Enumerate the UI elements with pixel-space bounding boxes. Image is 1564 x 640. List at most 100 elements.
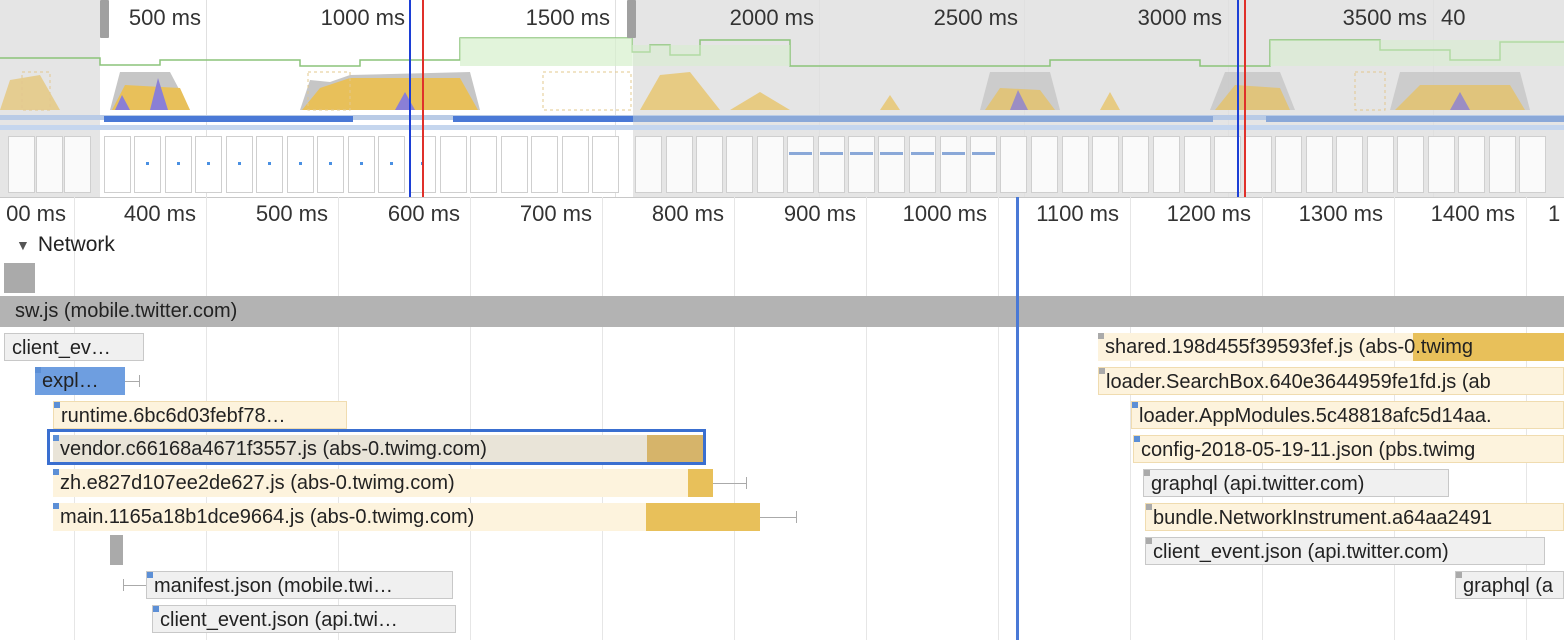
triangle-down-icon: ▼ — [16, 237, 30, 253]
request-bar-appmodules[interactable]: loader.AppModules.5c48818afc5d14aa. — [1131, 401, 1564, 429]
request-download-fill — [646, 503, 760, 531]
overview-window-left-handle[interactable] — [100, 0, 109, 38]
filmstrip-frame[interactable] — [818, 136, 845, 193]
overview-window-right-handle[interactable] — [627, 0, 636, 38]
network-section-header[interactable]: ▼ Network — [16, 233, 115, 257]
request-bar-searchbox[interactable]: loader.SearchBox.640e3644959fe1fd.js (ab — [1098, 367, 1564, 395]
request-label: bundle.NetworkInstrument.a64aa2491 — [1153, 507, 1493, 529]
filmstrip-frame[interactable] — [1367, 136, 1394, 193]
filmstrip-frame[interactable] — [1031, 136, 1058, 193]
selected-request-outline — [47, 429, 706, 465]
filmstrip-frame[interactable] — [1336, 136, 1363, 193]
request-bar-shared[interactable]: shared.198d455f39593fef.js (abs-0.twimg — [1098, 333, 1564, 361]
request-bar-graphql-1[interactable]: graphql (api.twitter.com) — [1143, 469, 1449, 497]
timeline-overview[interactable]: 500 ms 1000 ms 1500 ms 2000 ms 2500 ms 3… — [0, 0, 1564, 198]
request-label: config-2018-05-19-11.json (pbs.twimg — [1141, 439, 1476, 461]
flame-gridline — [998, 197, 999, 640]
request-start-marker — [147, 572, 153, 578]
request-label: shared.198d455f39593fef.js (abs-0.twimg — [1105, 336, 1474, 358]
filmstrip-frame[interactable] — [1397, 136, 1424, 193]
filmstrip-thumb-dot — [238, 162, 241, 165]
filmstrip-frame[interactable] — [787, 136, 814, 193]
filmstrip-frame[interactable] — [1306, 136, 1333, 193]
request-bar-expl[interactable]: expl… — [35, 367, 125, 395]
filmstrip-frame[interactable] — [848, 136, 875, 193]
filmstrip-thumb-dot — [177, 162, 180, 165]
filmstrip-thumb-dot — [207, 162, 210, 165]
filmstrip-frame[interactable] — [1184, 136, 1211, 193]
filmstrip-frame[interactable] — [1458, 136, 1485, 193]
filmstrip-frame[interactable] — [878, 136, 905, 193]
network-request-block[interactable] — [4, 263, 35, 293]
filmstrip-frame[interactable] — [470, 136, 497, 193]
request-bar-client-event-left[interactable]: client_event.json (api.twi… — [152, 605, 456, 633]
request-label: runtime.6bc6d03febf78… — [61, 405, 286, 427]
filmstrip-frame[interactable] — [64, 136, 91, 193]
request-bar-manifest[interactable]: manifest.json (mobile.twi… — [146, 571, 453, 599]
request-label: client_ev… — [12, 337, 111, 359]
filmstrip-frame[interactable] — [1092, 136, 1119, 193]
filmstrip-frame[interactable] — [592, 136, 619, 193]
flame-tick-label: 400 ms — [123, 201, 196, 226]
filmstrip-thumb-bar — [972, 152, 995, 155]
filmstrip-thumb-bar — [880, 152, 903, 155]
filmstrip-frame[interactable] — [970, 136, 997, 193]
request-start-marker — [54, 402, 60, 408]
request-bar-client-event-right[interactable]: client_event.json (api.twitter.com) — [1145, 537, 1545, 565]
filmstrip-frame[interactable] — [1489, 136, 1516, 193]
request-label: manifest.json (mobile.twi… — [154, 575, 393, 597]
request-bar-graphql-2[interactable]: graphql (a — [1455, 571, 1564, 599]
filmstrip-frame[interactable] — [1245, 136, 1272, 193]
filmstrip-thumb-dot — [146, 162, 149, 165]
filmstrip-frame[interactable] — [440, 136, 467, 193]
request-bar-main[interactable]: main.1165a18b1dce9664.js (abs-0.twimg.co… — [53, 503, 760, 531]
request-start-marker — [1456, 572, 1462, 578]
flame-tick-label: 1300 ms — [1298, 201, 1383, 226]
network-request-block[interactable] — [110, 535, 123, 565]
request-bar-config[interactable]: config-2018-05-19-11.json (pbs.twimg — [1133, 435, 1564, 463]
filmstrip-frame[interactable] — [1062, 136, 1089, 193]
filmstrip-thumb-bar — [942, 152, 965, 155]
request-whisker-end — [123, 579, 124, 591]
request-whisker — [124, 585, 146, 586]
filmstrip-frame[interactable] — [104, 136, 131, 193]
flame-tick-label: 1 — [1548, 201, 1561, 226]
filmstrip-frame[interactable] — [562, 136, 589, 193]
request-whisker — [713, 483, 747, 484]
service-worker-thread-bar[interactable]: sw.js (mobile.twitter.com) — [0, 296, 1564, 327]
request-whisker-end — [139, 375, 140, 387]
request-bar-client-ev[interactable]: client_ev… — [4, 333, 144, 361]
filmstrip-frame[interactable] — [501, 136, 528, 193]
request-bar-bundle[interactable]: bundle.NetworkInstrument.a64aa2491 — [1145, 503, 1564, 531]
request-bar-runtime[interactable]: runtime.6bc6d03febf78… — [53, 401, 347, 429]
request-label: loader.SearchBox.640e3644959fe1fd.js (ab — [1106, 371, 1491, 393]
overview-activity-chart — [0, 37, 1564, 130]
request-whisker-end — [746, 477, 747, 489]
flame-gridline — [602, 197, 603, 640]
filmstrip-frame[interactable] — [1122, 136, 1149, 193]
filmstrip-frame[interactable] — [531, 136, 558, 193]
filmstrip-frame[interactable] — [1000, 136, 1027, 193]
filmstrip-frame[interactable] — [1275, 136, 1302, 193]
request-whisker — [125, 381, 140, 382]
filmstrip-frame[interactable] — [36, 136, 63, 193]
request-whisker — [760, 517, 796, 518]
overview-dcl-marker — [409, 0, 411, 197]
request-start-marker — [153, 606, 159, 612]
flame-tick-label: 1200 ms — [1166, 201, 1251, 226]
filmstrip-frame[interactable] — [635, 136, 662, 193]
filmstrip-frame[interactable] — [757, 136, 784, 193]
request-label: main.1165a18b1dce9664.js (abs-0.twimg.co… — [60, 506, 475, 528]
request-label: graphql (api.twitter.com) — [1151, 473, 1365, 495]
filmstrip-frame[interactable] — [1519, 136, 1546, 193]
filmstrip-frame[interactable] — [940, 136, 967, 193]
flame-chart[interactable]: 00 ms 400 ms 500 ms 600 ms 700 ms 800 ms… — [0, 197, 1564, 640]
filmstrip-frame[interactable] — [1153, 136, 1180, 193]
filmstrip-frame[interactable] — [1428, 136, 1455, 193]
filmstrip-frame[interactable] — [726, 136, 753, 193]
filmstrip-frame[interactable] — [8, 136, 35, 193]
request-bar-zh[interactable]: zh.e827d107ee2de627.js (abs-0.twimg.com) — [53, 469, 713, 497]
filmstrip-frame[interactable] — [696, 136, 723, 193]
filmstrip-frame[interactable] — [909, 136, 936, 193]
filmstrip-frame[interactable] — [666, 136, 693, 193]
